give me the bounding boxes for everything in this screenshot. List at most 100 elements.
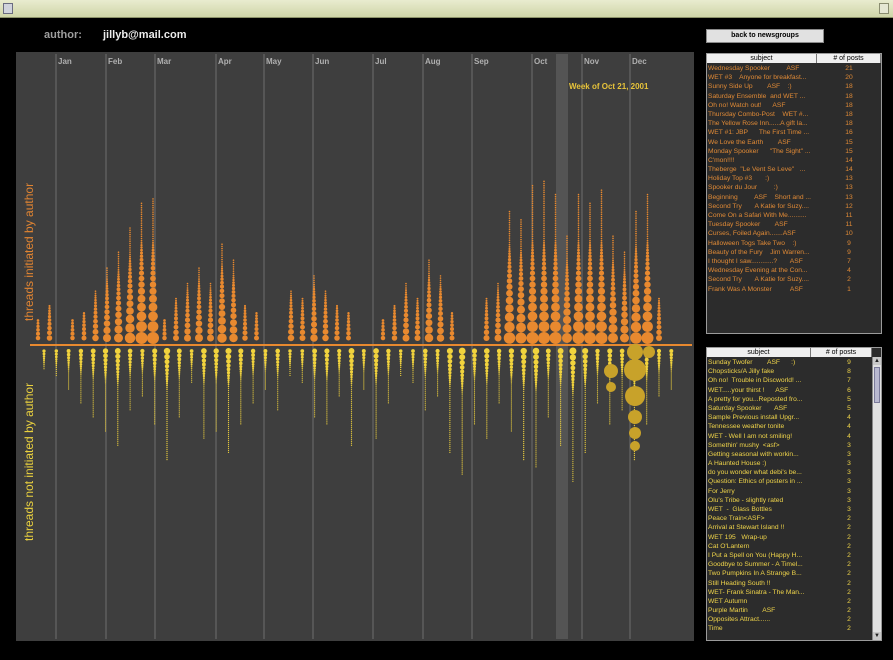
not-initiated-thread-dot[interactable]	[301, 373, 303, 375]
not-initiated-thread-dot[interactable]	[92, 414, 94, 416]
not-initiated-thread-dot[interactable]	[486, 401, 488, 403]
initiated-thread-dot[interactable]	[450, 317, 454, 321]
not-initiated-thread-dot[interactable]	[314, 406, 316, 408]
not-initiated-thread-dot[interactable]	[104, 402, 107, 404]
not-initiated-thread-dot[interactable]	[338, 387, 340, 389]
not-initiated-thread-dot[interactable]	[129, 399, 131, 401]
not-initiated-thread-dot[interactable]	[314, 388, 316, 390]
initiated-thread-dot[interactable]	[254, 335, 259, 341]
initiated-thread-dot[interactable]	[347, 312, 350, 315]
initiated-thread-dot[interactable]	[148, 302, 158, 312]
not-initiated-thread-dot[interactable]	[275, 357, 280, 361]
not-initiated-thread-dot[interactable]	[92, 402, 94, 404]
initiated-thread-dot[interactable]	[635, 239, 637, 241]
not-initiated-thread-dot[interactable]	[546, 361, 550, 365]
not-initiated-thread-dot[interactable]	[104, 416, 107, 418]
initiated-thread-dot[interactable]	[139, 254, 144, 258]
initiated-thread-dot[interactable]	[542, 241, 546, 244]
not-initiated-thread-dot[interactable]	[166, 413, 168, 415]
not-initiated-thread-dot[interactable]	[128, 357, 132, 361]
not-initiated-thread-dot[interactable]	[91, 357, 96, 362]
initiated-thread-dot[interactable]	[242, 321, 248, 326]
not-initiated-thread-dot[interactable]	[215, 420, 217, 422]
initiated-thread-dot[interactable]	[231, 286, 236, 291]
not-initiated-thread-dot[interactable]	[240, 411, 242, 413]
not-initiated-thread-dot[interactable]	[461, 443, 463, 445]
initiated-thread-dot[interactable]	[219, 293, 225, 299]
not-initiated-thread-dot[interactable]	[547, 398, 549, 400]
not-initiated-thread-dot[interactable]	[129, 397, 131, 399]
not-initiated-thread-dot[interactable]	[535, 450, 537, 452]
not-initiated-thread-dot[interactable]	[523, 415, 525, 417]
not-initiated-thread-dot[interactable]	[547, 386, 549, 388]
not-initiated-thread-dot[interactable]	[423, 353, 428, 358]
not-initiated-thread-dot[interactable]	[68, 376, 70, 378]
initiated-thread-dot[interactable]	[197, 284, 201, 288]
not-initiated-thread-dot[interactable]	[461, 421, 463, 423]
initiated-thread-dot[interactable]	[322, 328, 329, 335]
initiated-thread-dot[interactable]	[484, 320, 489, 325]
initiated-thread-dot[interactable]	[516, 313, 526, 323]
not-initiated-thread-dot[interactable]	[166, 439, 168, 441]
not-initiated-thread-dot[interactable]	[80, 394, 82, 396]
not-initiated-thread-dot[interactable]	[657, 359, 661, 363]
not-initiated-thread-dot[interactable]	[104, 428, 107, 430]
not-initiated-thread-dot[interactable]	[510, 424, 512, 426]
not-initiated-thread-dot[interactable]	[424, 389, 426, 391]
not-initiated-thread-dot[interactable]	[669, 356, 673, 360]
not-initiated-thread-dot[interactable]	[523, 441, 525, 443]
initiated-thread-dot[interactable]	[520, 225, 522, 228]
initiated-thread-dot[interactable]	[162, 324, 167, 329]
initiated-thread-dot[interactable]	[539, 311, 549, 322]
not-initiated-thread-dot[interactable]	[572, 442, 574, 444]
not-initiated-thread-dot[interactable]	[633, 425, 636, 427]
not-initiated-thread-dot[interactable]	[461, 433, 463, 435]
initiated-thread-dot[interactable]	[140, 239, 143, 242]
not-initiated-thread-dot[interactable]	[523, 451, 525, 453]
not-initiated-thread-dot[interactable]	[584, 393, 586, 395]
not-initiated-thread-dot[interactable]	[486, 431, 488, 433]
not-initiated-thread-dot[interactable]	[461, 469, 463, 471]
initiated-thread-dot[interactable]	[577, 246, 580, 249]
not-initiated-thread-dot[interactable]	[215, 404, 217, 406]
not-initiated-thread-dot[interactable]	[584, 435, 586, 437]
not-initiated-thread-dot[interactable]	[104, 414, 107, 416]
not-initiated-thread-dot[interactable]	[227, 415, 230, 417]
initiated-thread-dot[interactable]	[531, 226, 534, 229]
initiated-thread-dot[interactable]	[198, 276, 200, 278]
not-initiated-thread-dot[interactable]	[497, 353, 502, 357]
initiated-thread-dot[interactable]	[497, 282, 499, 285]
not-initiated-thread-dot[interactable]	[560, 436, 562, 438]
not-initiated-thread-dot[interactable]	[449, 425, 451, 427]
initiated-thread-dot[interactable]	[221, 249, 223, 252]
not-initiated-thread-dot[interactable]	[449, 449, 451, 451]
initiated-thread-dot[interactable]	[428, 272, 430, 275]
not-initiated-thread-dot[interactable]	[153, 367, 157, 371]
initiated-thread-dot[interactable]	[116, 295, 121, 301]
initiated-thread-dot[interactable]	[150, 265, 156, 271]
not-initiated-thread-dot[interactable]	[154, 399, 156, 401]
scroll-thumb[interactable]	[874, 367, 880, 403]
not-initiated-thread-dot[interactable]	[240, 395, 242, 397]
not-initiated-thread-dot[interactable]	[461, 473, 463, 475]
not-initiated-thread-dot[interactable]	[621, 409, 623, 411]
not-initiated-thread-dot[interactable]	[55, 374, 57, 377]
posts-column-header[interactable]: # of posts	[817, 54, 881, 63]
not-initiated-thread-dot[interactable]	[582, 358, 588, 364]
initiated-thread-dot[interactable]	[566, 257, 568, 259]
not-initiated-thread-dot[interactable]	[670, 376, 672, 378]
not-initiated-thread-dot[interactable]	[203, 393, 205, 395]
not-initiated-thread-dot[interactable]	[609, 407, 611, 409]
not-initiated-thread-dot[interactable]	[670, 382, 672, 384]
not-initiated-thread-dot[interactable]	[535, 394, 537, 396]
not-initiated-thread-dot[interactable]	[583, 374, 587, 378]
initiated-thread-dot[interactable]	[103, 320, 111, 327]
not-initiated-thread-dot[interactable]	[325, 361, 329, 366]
not-initiated-thread-dot[interactable]	[523, 411, 525, 413]
not-initiated-thread-dot[interactable]	[251, 360, 255, 364]
not-initiated-thread-dot[interactable]	[510, 386, 512, 388]
initiated-thread-dot[interactable]	[174, 304, 178, 307]
initiated-thread-dot[interactable]	[600, 231, 603, 233]
initiated-thread-dot[interactable]	[105, 287, 109, 290]
initiated-thread-dot[interactable]	[643, 294, 652, 303]
